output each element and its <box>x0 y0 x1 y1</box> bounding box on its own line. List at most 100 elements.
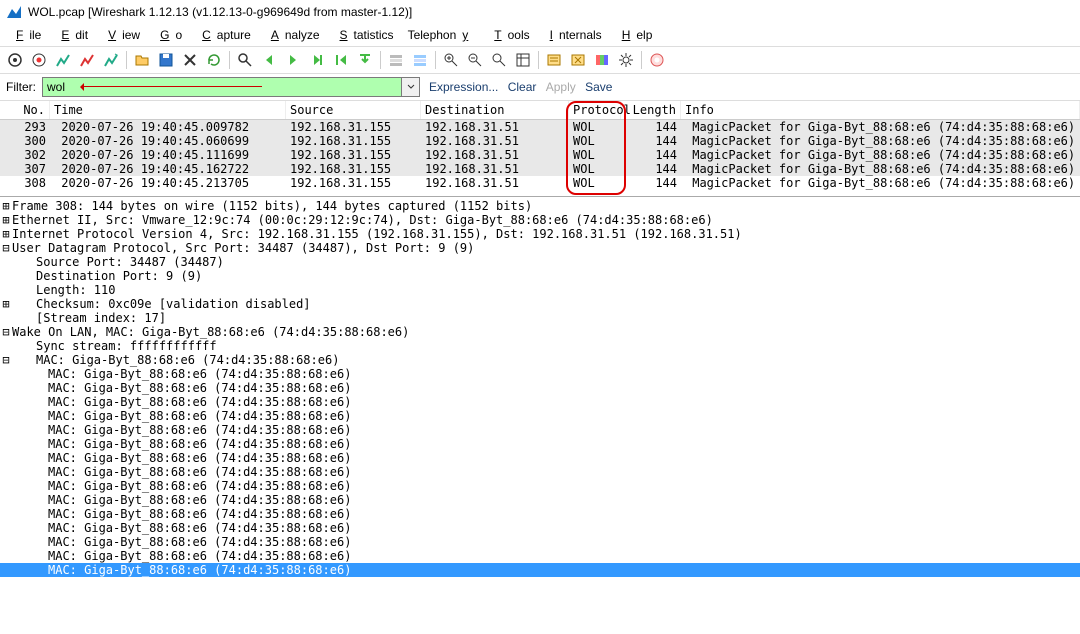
tb-options-icon[interactable] <box>28 49 50 71</box>
tb-interfaces-icon[interactable] <box>4 49 26 71</box>
detail-row[interactable]: MAC: Giga-Byt_88:68:e6 (74:d4:35:88:68:e… <box>0 521 1080 535</box>
detail-row[interactable]: ⊟User Datagram Protocol, Src Port: 34487… <box>0 241 1080 255</box>
expand-icon[interactable]: ⊞ <box>0 297 12 311</box>
app-icon <box>6 4 22 20</box>
filter-clear-link[interactable]: Clear <box>505 80 540 94</box>
detail-row[interactable]: MAC: Giga-Byt_88:68:e6 (74:d4:35:88:68:e… <box>0 437 1080 451</box>
menubar: File Edit View Go Capture Analyze Statis… <box>0 24 1080 47</box>
tb-close-icon[interactable] <box>179 49 201 71</box>
expand-icon[interactable]: ⊞ <box>0 213 12 227</box>
detail-row[interactable]: Source Port: 34487 (34487) <box>0 255 1080 269</box>
tb-colorize-icon[interactable] <box>385 49 407 71</box>
filter-input[interactable] <box>42 77 402 97</box>
tb-prefs-icon[interactable] <box>615 49 637 71</box>
col-source[interactable]: Source <box>286 101 421 119</box>
filter-apply-link[interactable]: Apply <box>543 80 579 94</box>
detail-row[interactable]: MAC: Giga-Byt_88:68:e6 (74:d4:35:88:68:e… <box>0 367 1080 381</box>
menu-statistics[interactable]: Statistics <box>328 26 400 44</box>
tb-zoomin-icon[interactable] <box>440 49 462 71</box>
menu-tools[interactable]: Tools <box>482 26 535 44</box>
tb-capfilter-icon[interactable] <box>543 49 565 71</box>
tb-first-icon[interactable] <box>330 49 352 71</box>
menu-file[interactable]: File <box>4 26 47 44</box>
menu-internals[interactable]: Internals <box>538 26 608 44</box>
menu-telephony[interactable]: Telephony <box>402 26 481 44</box>
col-time[interactable]: Time <box>50 101 286 119</box>
expand-icon[interactable]: ⊞ <box>0 227 12 241</box>
detail-row[interactable]: MAC: Giga-Byt_88:68:e6 (74:d4:35:88:68:e… <box>0 465 1080 479</box>
filter-expression-link[interactable]: Expression... <box>426 80 501 94</box>
packet-row[interactable]: 302 2020-07-26 19:40:45.111699192.168.31… <box>0 148 1080 162</box>
menu-view[interactable]: View <box>96 26 146 44</box>
col-protocol[interactable]: Protocol <box>569 101 621 119</box>
detail-row[interactable]: [Stream index: 17] <box>0 311 1080 325</box>
tb-coloring-icon[interactable] <box>591 49 613 71</box>
detail-row[interactable]: MAC: Giga-Byt_88:68:e6 (74:d4:35:88:68:e… <box>0 423 1080 437</box>
window-titlebar: WOL.pcap [Wireshark 1.12.13 (v1.12.13-0-… <box>0 0 1080 24</box>
tb-goto-icon[interactable] <box>306 49 328 71</box>
packet-row[interactable]: 300 2020-07-26 19:40:45.060699192.168.31… <box>0 134 1080 148</box>
detail-row[interactable]: MAC: Giga-Byt_88:68:e6 (74:d4:35:88:68:e… <box>0 381 1080 395</box>
filter-label: Filter: <box>6 80 36 94</box>
packet-list[interactable]: No. Time Source Destination Protocol Len… <box>0 101 1080 190</box>
expand-icon[interactable]: ⊟ <box>0 353 12 367</box>
tb-start-icon[interactable] <box>52 49 74 71</box>
detail-row[interactable]: ⊞Ethernet II, Src: Vmware_12:9c:74 (00:0… <box>0 213 1080 227</box>
tb-save-icon[interactable] <box>155 49 177 71</box>
detail-row[interactable]: Destination Port: 9 (9) <box>0 269 1080 283</box>
toolbar <box>0 47 1080 74</box>
tb-zoom100-icon[interactable] <box>488 49 510 71</box>
menu-edit[interactable]: Edit <box>49 26 94 44</box>
tb-stop-icon[interactable] <box>76 49 98 71</box>
detail-row[interactable]: ⊞Internet Protocol Version 4, Src: 192.1… <box>0 227 1080 241</box>
tb-zoomout-icon[interactable] <box>464 49 486 71</box>
detail-row[interactable]: Sync stream: ffffffffffff <box>0 339 1080 353</box>
packet-row[interactable]: 293 2020-07-26 19:40:45.009782192.168.31… <box>0 120 1080 134</box>
annotation-arrow <box>82 86 262 87</box>
tb-back-icon[interactable] <box>258 49 280 71</box>
menu-capture[interactable]: Capture <box>190 26 257 44</box>
detail-row[interactable]: MAC: Giga-Byt_88:68:e6 (74:d4:35:88:68:e… <box>0 479 1080 493</box>
col-info[interactable]: Info <box>681 101 1080 119</box>
tb-last-icon[interactable] <box>354 49 376 71</box>
menu-help[interactable]: Help <box>610 26 659 44</box>
menu-go[interactable]: Go <box>148 26 188 44</box>
detail-row[interactable]: ⊟MAC: Giga-Byt_88:68:e6 (74:d4:35:88:68:… <box>0 353 1080 367</box>
tb-open-icon[interactable] <box>131 49 153 71</box>
detail-row[interactable]: ⊟Wake On LAN, MAC: Giga-Byt_88:68:e6 (74… <box>0 325 1080 339</box>
detail-row[interactable]: ⊞Checksum: 0xc09e [validation disabled] <box>0 297 1080 311</box>
tb-reload-icon[interactable] <box>203 49 225 71</box>
tb-restart-icon[interactable] <box>100 49 122 71</box>
detail-row[interactable]: ⊞Frame 308: 144 bytes on wire (1152 bits… <box>0 199 1080 213</box>
detail-row[interactable]: MAC: Giga-Byt_88:68:e6 (74:d4:35:88:68:e… <box>0 493 1080 507</box>
detail-row[interactable]: MAC: Giga-Byt_88:68:e6 (74:d4:35:88:68:e… <box>0 409 1080 423</box>
menu-analyze[interactable]: Analyze <box>259 26 326 44</box>
detail-row[interactable]: Length: 110 <box>0 283 1080 297</box>
filter-save-link[interactable]: Save <box>582 80 615 94</box>
filter-dropdown-icon[interactable] <box>402 77 420 97</box>
expand-icon[interactable]: ⊟ <box>0 241 12 255</box>
tb-resize-icon[interactable] <box>512 49 534 71</box>
window-title: WOL.pcap [Wireshark 1.12.13 (v1.12.13-0-… <box>28 5 412 19</box>
detail-row[interactable]: MAC: Giga-Byt_88:68:e6 (74:d4:35:88:68:e… <box>0 451 1080 465</box>
filter-bar: Filter: Expression... Clear Apply Save <box>0 74 1080 101</box>
detail-row[interactable]: MAC: Giga-Byt_88:68:e6 (74:d4:35:88:68:e… <box>0 507 1080 521</box>
tb-forward-icon[interactable] <box>282 49 304 71</box>
packet-row[interactable]: 308 2020-07-26 19:40:45.213705192.168.31… <box>0 176 1080 190</box>
col-destination[interactable]: Destination <box>421 101 569 119</box>
expand-icon[interactable]: ⊟ <box>0 325 12 339</box>
packet-details[interactable]: ⊞Frame 308: 144 bytes on wire (1152 bits… <box>0 196 1080 577</box>
col-length[interactable]: Length <box>621 101 681 119</box>
tb-help-icon[interactable] <box>646 49 668 71</box>
packet-row[interactable]: 307 2020-07-26 19:40:45.162722192.168.31… <box>0 162 1080 176</box>
detail-row[interactable]: MAC: Giga-Byt_88:68:e6 (74:d4:35:88:68:e… <box>0 395 1080 409</box>
tb-autoscroll-icon[interactable] <box>409 49 431 71</box>
col-no[interactable]: No. <box>0 101 50 119</box>
detail-row[interactable]: MAC: Giga-Byt_88:68:e6 (74:d4:35:88:68:e… <box>0 563 1080 577</box>
detail-row[interactable]: MAC: Giga-Byt_88:68:e6 (74:d4:35:88:68:e… <box>0 535 1080 549</box>
packet-list-header[interactable]: No. Time Source Destination Protocol Len… <box>0 101 1080 120</box>
tb-dispfilter-icon[interactable] <box>567 49 589 71</box>
tb-find-icon[interactable] <box>234 49 256 71</box>
expand-icon[interactable]: ⊞ <box>0 199 12 213</box>
detail-row[interactable]: MAC: Giga-Byt_88:68:e6 (74:d4:35:88:68:e… <box>0 549 1080 563</box>
